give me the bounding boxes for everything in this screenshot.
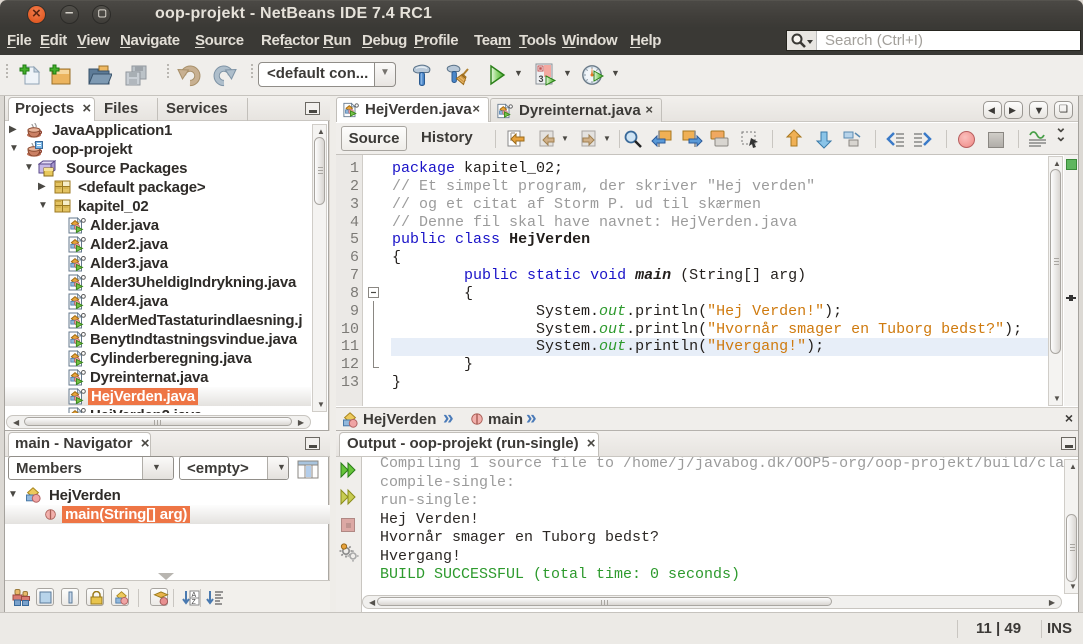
svg-text:3: 3 — [539, 74, 544, 84]
svg-text:Z: Z — [192, 599, 197, 606]
